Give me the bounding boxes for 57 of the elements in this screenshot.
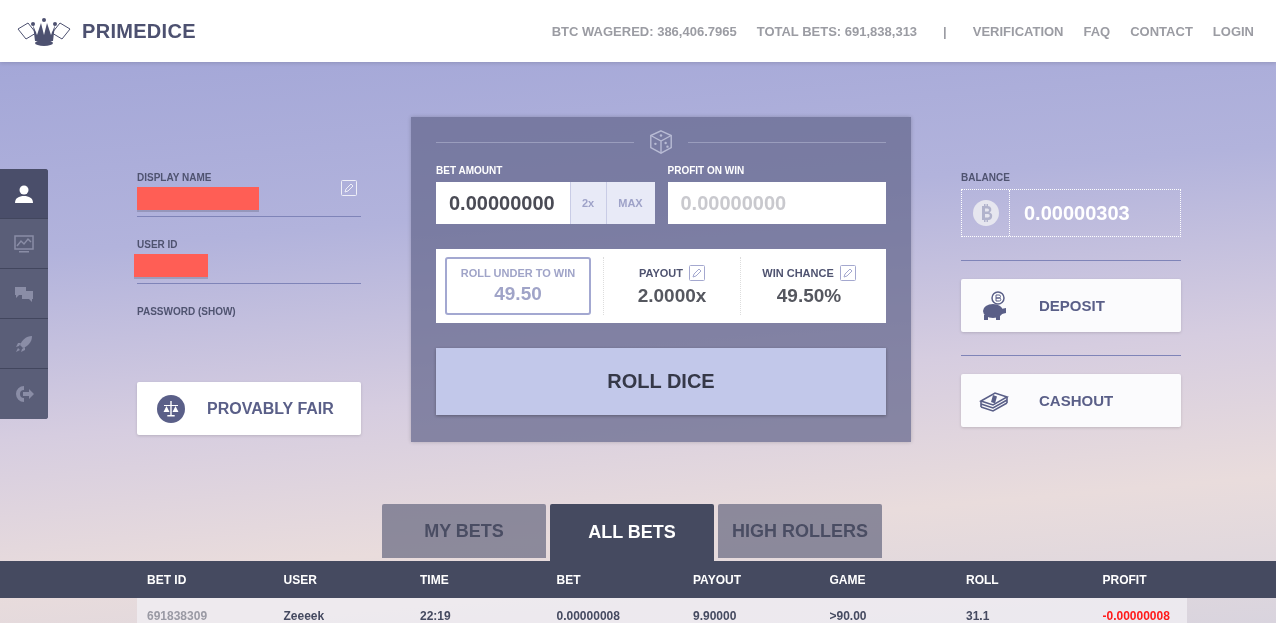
stat-label: PAYOUT xyxy=(639,267,683,279)
balance-value: 0.00000303 xyxy=(1023,200,1130,226)
table-cell-text: 691838309 xyxy=(146,609,209,623)
field-label: PROFIT ON WIN xyxy=(667,165,746,176)
stat-label: WIN CHANCE xyxy=(762,267,834,279)
pencil-icon[interactable] xyxy=(689,265,705,281)
column-header: TIME xyxy=(419,572,450,587)
header-stat: BTC WAGERED: 386,406.7965 xyxy=(551,23,737,39)
scales-icon xyxy=(157,394,185,423)
stat-value: 2.0000x xyxy=(636,285,708,307)
field-label: USER ID xyxy=(137,239,178,250)
multiplier-button[interactable]: 2x xyxy=(569,182,606,224)
nav-link[interactable]: VERIFICATION xyxy=(972,23,1064,39)
column-header: GAME xyxy=(828,572,867,587)
roll-under-toggle[interactable]: ROLL UNDER TO WIN 49.50 xyxy=(445,257,591,315)
bitcoin-icon xyxy=(972,200,999,226)
multiplier-button[interactable]: MAX xyxy=(605,182,655,224)
table-cell-text: 31.1 xyxy=(965,609,991,623)
table-cell-text: 9.90000 xyxy=(692,609,738,623)
rocket-icon xyxy=(14,333,34,354)
logout-icon xyxy=(14,384,34,404)
column-header: USER xyxy=(282,572,318,587)
header-separator: | xyxy=(943,23,947,39)
roll-dice-button[interactable]: ROLL DICE xyxy=(436,348,886,415)
header-stat: TOTAL BETS: 691,838,313 xyxy=(756,23,918,39)
field-label: DISPLAY NAME xyxy=(137,172,212,183)
deposit-button[interactable]: DEPOSIT xyxy=(961,279,1181,332)
balance-label: BALANCE xyxy=(961,172,1011,183)
side-nav-item[interactable] xyxy=(0,169,48,219)
bets-tab[interactable]: MY BETS xyxy=(382,504,546,558)
column-header: ROLL xyxy=(965,572,1000,587)
pencil-icon[interactable] xyxy=(839,265,856,281)
bet-amount-field[interactable]: 0.00000000 2x MAX xyxy=(436,182,655,224)
column-header: PAYOUT xyxy=(692,572,742,587)
nav-link[interactable]: LOGIN xyxy=(1212,23,1254,39)
bets-tab[interactable]: ALL BETS xyxy=(550,504,714,561)
stat-value: 49.50% xyxy=(775,285,843,307)
column-header: BET xyxy=(555,572,582,587)
crown-dice-logo-icon xyxy=(16,15,72,47)
table-cell-text: Zeeeek xyxy=(282,609,326,623)
cashout-button[interactable]: CASHOUT xyxy=(961,374,1181,427)
table-cell-text: 22:19 xyxy=(419,609,452,623)
column-header: PROFIT xyxy=(1101,572,1148,587)
nav-link[interactable]: FAQ xyxy=(1083,23,1111,39)
table-cell-text: >90.00 xyxy=(828,609,868,623)
user-icon xyxy=(14,183,34,204)
chart-icon xyxy=(14,233,34,254)
column-header: BET ID xyxy=(146,572,188,587)
site-logo-text: PRIMEDICE xyxy=(82,19,196,43)
table-cell-text: -0.00000008 xyxy=(1101,609,1171,623)
field-label: PASSWORD (SHOW) xyxy=(137,306,236,317)
bets-tab[interactable]: HIGH ROLLERS xyxy=(718,504,882,558)
provably-fair-button[interactable]: PROVABLY FAIR xyxy=(137,382,361,435)
dice-icon xyxy=(648,129,674,155)
nav-link[interactable]: CONTACT xyxy=(1130,23,1193,39)
table-cell-text: 0.00000008 xyxy=(555,609,621,623)
field-label: BET AMOUNT xyxy=(436,165,504,176)
